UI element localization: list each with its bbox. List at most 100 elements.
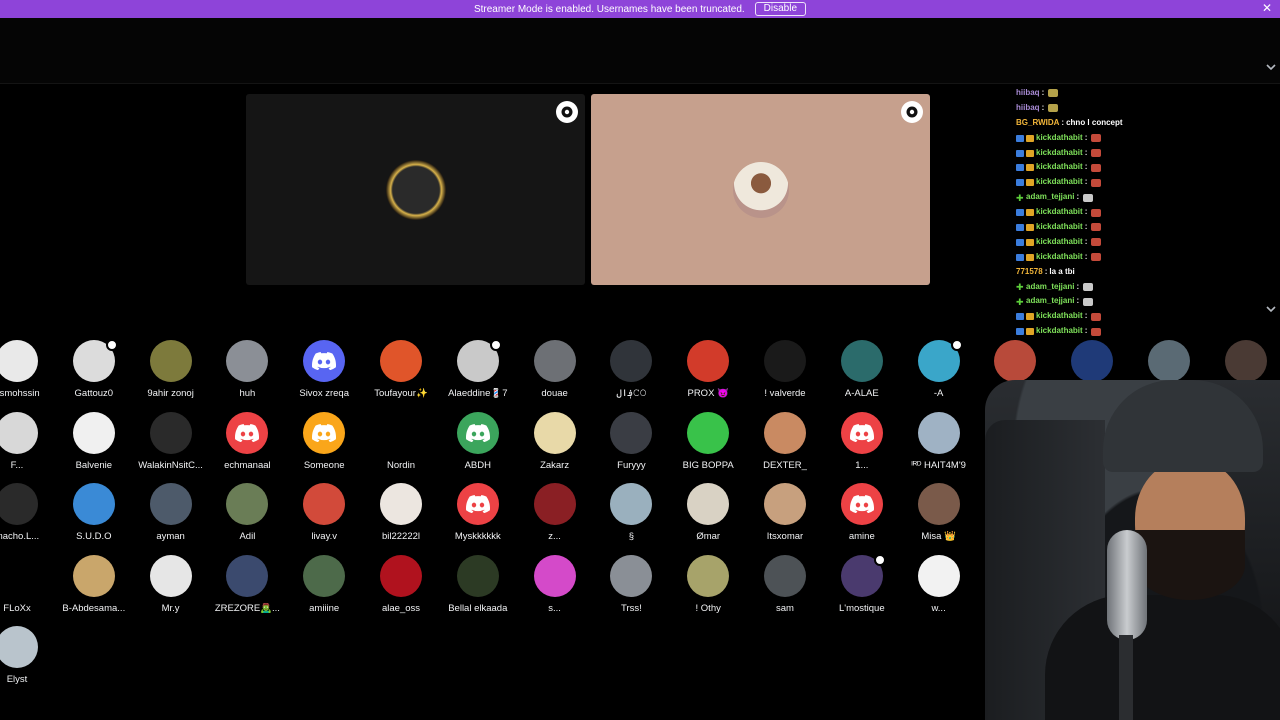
voice-member[interactable]: z... xyxy=(517,481,593,543)
member-name: ! Othy xyxy=(695,602,721,614)
voice-member[interactable]: § xyxy=(593,481,669,543)
member-name: Someone xyxy=(303,459,345,471)
chevron-down-icon[interactable] xyxy=(1264,60,1278,74)
avatar xyxy=(149,340,192,382)
discord-logo-icon xyxy=(840,411,883,454)
disable-streamer-mode-button[interactable]: Disable xyxy=(754,2,807,16)
voice-member[interactable]: macho.L... xyxy=(0,481,55,543)
prime-badge-icon xyxy=(1016,179,1024,187)
avatar xyxy=(533,554,576,597)
avatar xyxy=(764,554,806,597)
voice-member[interactable]: Myskkkkkk xyxy=(440,481,516,543)
gift-badge-icon xyxy=(1026,328,1034,336)
voice-member[interactable]: Furyyy xyxy=(593,410,669,472)
voice-tile[interactable] xyxy=(246,94,585,285)
voice-member[interactable]: Bellal elkaada xyxy=(440,553,516,615)
voice-member[interactable]: Balvenie xyxy=(56,410,132,472)
voice-member[interactable]: ZREZORE🧟‍♂️... xyxy=(209,553,285,615)
voice-member[interactable]: w... xyxy=(901,553,977,615)
voice-member[interactable]: bil22222l xyxy=(363,481,439,543)
voice-member[interactable]: ! valverde xyxy=(747,338,823,400)
voice-member[interactable]: Ømar xyxy=(670,481,746,543)
member-name: Toufayour✨ xyxy=(374,388,428,399)
member-name: Gattouz0 xyxy=(74,388,114,399)
avatar xyxy=(149,483,192,526)
voice-member[interactable]: Adil xyxy=(209,481,285,543)
chat-separator: : xyxy=(1084,177,1088,187)
voice-member[interactable]: alae_oss xyxy=(363,553,439,615)
avatar xyxy=(0,411,38,454)
voice-member[interactable]: Zakarz xyxy=(517,410,593,472)
avatar xyxy=(1071,340,1114,382)
voice-member[interactable]: Sivox zreqa xyxy=(286,338,362,400)
member-name: w... xyxy=(931,602,946,614)
avatar xyxy=(380,554,422,597)
voice-member[interactable]: WalakinNsitC... xyxy=(133,410,209,472)
member-name: B-Abdesama... xyxy=(62,602,126,614)
voice-member[interactable]: L'mostique xyxy=(824,553,900,615)
member-name: bil22222l xyxy=(381,531,421,543)
voice-member[interactable]: amiiine xyxy=(286,553,362,615)
gift-badge-icon xyxy=(1026,164,1034,172)
avatar xyxy=(303,554,346,597)
voice-member[interactable]: Elyst xyxy=(0,624,55,686)
voice-member[interactable]: Mr.y xyxy=(133,553,209,615)
voice-member[interactable]: B-Abdesama... xyxy=(56,553,132,615)
member-name: DEXTER_ xyxy=(763,459,807,471)
chevron-down-icon[interactable] xyxy=(1264,302,1278,316)
voice-member[interactable]: FLoXx xyxy=(0,553,55,615)
voice-member[interactable]: Nordin xyxy=(363,410,439,472)
voice-member[interactable]: ayman xyxy=(133,481,209,543)
voice-member[interactable]: ᴵᴿᴰ HAIT4M'9 xyxy=(901,410,977,472)
member-name: livay.v xyxy=(311,531,338,543)
voice-member[interactable]: Someone xyxy=(286,410,362,472)
voice-member[interactable]: amine xyxy=(824,481,900,543)
voice-member[interactable]: Itsxomar xyxy=(747,481,823,543)
voice-member[interactable]: A-ALAE xyxy=(824,338,900,400)
voice-member[interactable]: S.U.D.O xyxy=(56,481,132,543)
member-name: Ømar xyxy=(696,531,721,543)
voice-member[interactable]: Misa 👑 xyxy=(901,481,977,543)
voice-member[interactable]: 1... xyxy=(824,410,900,472)
voice-member[interactable]: douae xyxy=(517,338,593,400)
voice-member[interactable]: Trss! xyxy=(593,553,669,615)
voice-member[interactable]: -A xyxy=(901,338,977,400)
voice-member[interactable]: 9ahir zonoj xyxy=(133,338,209,400)
member-name: S.U.D.O xyxy=(76,531,112,543)
discord-logo-icon xyxy=(456,411,499,454)
voice-tile[interactable] xyxy=(591,94,930,285)
voice-member[interactable]: Gattouz0 xyxy=(56,338,132,400)
stream-chat-overlay: hiibaq : hiibaq : BG_RWIDA : chno l conc… xyxy=(1016,86,1266,336)
avatar xyxy=(380,483,422,526)
voice-member[interactable]: DEXTER_ xyxy=(747,410,823,472)
voice-member[interactable]: ABDH xyxy=(440,410,516,472)
chat-username: adam_tejjani xyxy=(1026,281,1075,291)
member-name: douae xyxy=(541,388,568,399)
voice-member[interactable]: ؋ال𝙲𝙾 xyxy=(593,338,669,400)
gift-badge-icon xyxy=(1026,223,1034,231)
emote-icon xyxy=(1091,253,1102,262)
voice-member[interactable]: BIG BOPPA xyxy=(670,410,746,472)
sub-badge-icon: ✚ xyxy=(1016,282,1024,293)
voice-member[interactable]: Toufayour✨ xyxy=(363,338,439,400)
voice-member[interactable]: esmohssin xyxy=(0,338,55,400)
streaming-status-icon xyxy=(105,339,118,351)
chat-separator: : xyxy=(1084,162,1088,172)
emote-icon xyxy=(1091,149,1102,157)
voice-member[interactable]: F... xyxy=(0,410,55,472)
avatar xyxy=(994,340,1037,382)
avatar xyxy=(610,340,653,382)
chat-message: ✚ adam_tejjani : xyxy=(1016,294,1266,309)
voice-member[interactable]: Alaeddine💈7 xyxy=(440,338,516,400)
voice-member[interactable]: s... xyxy=(517,553,593,615)
avatar xyxy=(456,554,499,597)
chat-message: kickdathabit : xyxy=(1016,175,1266,190)
voice-member[interactable]: ! Othy xyxy=(670,553,746,615)
voice-member[interactable]: PROX 😈 xyxy=(670,338,746,400)
discord-logo-icon xyxy=(456,483,499,526)
voice-member[interactable]: sam xyxy=(747,553,823,615)
close-icon[interactable]: ✕ xyxy=(1260,1,1274,15)
voice-member[interactable]: huh xyxy=(209,338,285,400)
voice-member[interactable]: livay.v xyxy=(286,481,362,543)
voice-member[interactable]: echmanaal xyxy=(209,410,285,472)
